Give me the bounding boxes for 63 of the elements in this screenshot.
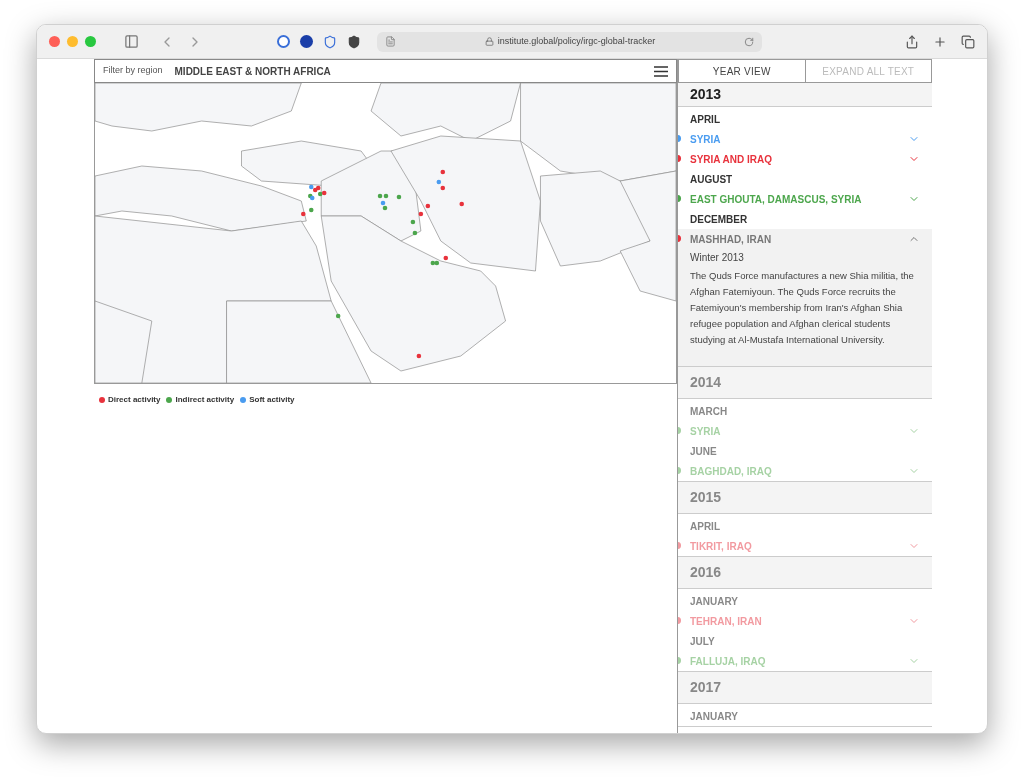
year-header[interactable]: 2017 xyxy=(678,672,932,704)
event-place: BAGHDAD, IRAQ xyxy=(690,464,772,479)
share-icon[interactable] xyxy=(905,34,919,49)
extension-icon[interactable] xyxy=(300,35,313,48)
zoom-icon[interactable] xyxy=(85,36,96,47)
new-tab-icon[interactable] xyxy=(933,34,947,49)
event-row[interactable]: TEHRAN, IRAN xyxy=(678,611,932,631)
event-place: MASHHAD, IRAN xyxy=(690,232,772,247)
legend-label: Direct activity xyxy=(108,394,161,406)
event-row[interactable]: EAST GHOUTA, DAMASCUS, SYRIA xyxy=(678,189,932,209)
year-label: 2014 xyxy=(690,373,722,392)
close-icon[interactable] xyxy=(49,36,60,47)
view-tab[interactable]: EXPAND ALL TEXT xyxy=(805,59,932,83)
address-bar[interactable]: institute.global/policy/irgc-global-tracker xyxy=(377,31,762,52)
tabs-icon[interactable] xyxy=(961,34,975,49)
event-date: Winter 2013 xyxy=(689,251,745,265)
event-row[interactable]: SYRIA xyxy=(678,421,932,441)
event-row[interactable]: BAGHDAD, IRAQ xyxy=(678,461,932,481)
event-row[interactable]: MASHHAD, IRAN xyxy=(678,229,932,249)
event-description: The Quds Force manufactures a new Shia militia, the Afghan Fatemiyoun. The Quds Force recruits the Fatemiyoun's membership from Iran's Afghan Shia refugee population and Afghan clerical students studying at Al-Mustafa International University. xyxy=(689,269,915,347)
legend-label: Soft activity xyxy=(249,394,295,406)
legend-label: Indirect activity xyxy=(175,394,235,406)
event-place: FALLUJA, IRAQ xyxy=(690,654,766,669)
url-text: institute.global/policy/irgc-global-tracker xyxy=(497,34,656,48)
month-label: JANUARY xyxy=(689,594,739,609)
year-header[interactable]: 2016 xyxy=(678,557,932,589)
minimize-icon[interactable] xyxy=(67,36,78,47)
month-label: AUGUST xyxy=(689,172,734,187)
month-label: JANUARY xyxy=(689,709,739,724)
year-label: 2017 xyxy=(690,678,722,697)
event-place: TIKRIT, IRAQ xyxy=(690,539,752,554)
lock-icon xyxy=(484,37,494,46)
reload-icon[interactable] xyxy=(744,36,754,47)
year-label: 2015 xyxy=(690,488,722,507)
event-row[interactable]: FALLUJA, IRAQ xyxy=(678,651,932,671)
shield-icon[interactable] xyxy=(323,34,337,49)
event-row[interactable]: TIKRIT, IRAQ xyxy=(678,536,932,556)
sidebar-icon[interactable] xyxy=(124,34,139,49)
event-row[interactable]: SYRIA AND IRAQ xyxy=(678,149,932,169)
event-place: EAST GHOUTA, DAMASCUS, SYRIA xyxy=(690,192,862,207)
month-label: MARCH xyxy=(689,404,729,419)
year-label: 2013 xyxy=(690,85,722,104)
month-label: APRIL xyxy=(689,519,721,534)
page-icon xyxy=(385,36,396,47)
year-header[interactable]: 2014 xyxy=(678,367,932,399)
month-label: JULY xyxy=(689,634,716,649)
event-place: SYRIA AND IRAQ xyxy=(690,152,773,167)
month-label: JUNE xyxy=(689,444,718,459)
event-row[interactable]: SYRIA xyxy=(678,129,932,149)
view-tab[interactable]: YEAR VIEW xyxy=(678,59,806,83)
year-header[interactable]: 2015 xyxy=(678,482,932,514)
extension-icon[interactable] xyxy=(277,35,290,48)
year-header[interactable]: 2013 xyxy=(678,83,932,107)
year-label: 2016 xyxy=(690,563,722,582)
month-label: APRIL xyxy=(689,112,721,127)
event-place: SYRIA xyxy=(690,424,721,439)
filter-label: Filter by region xyxy=(103,64,163,78)
filter-value[interactable]: MIDDLE EAST & NORTH AFRICA xyxy=(174,63,331,79)
event-place: TEHRAN, IRAN xyxy=(690,614,762,629)
shield-icon[interactable] xyxy=(347,34,361,49)
menu-icon[interactable] xyxy=(654,65,668,77)
event-place: SYRIA xyxy=(690,132,721,147)
month-label: DECEMBER xyxy=(689,212,749,227)
